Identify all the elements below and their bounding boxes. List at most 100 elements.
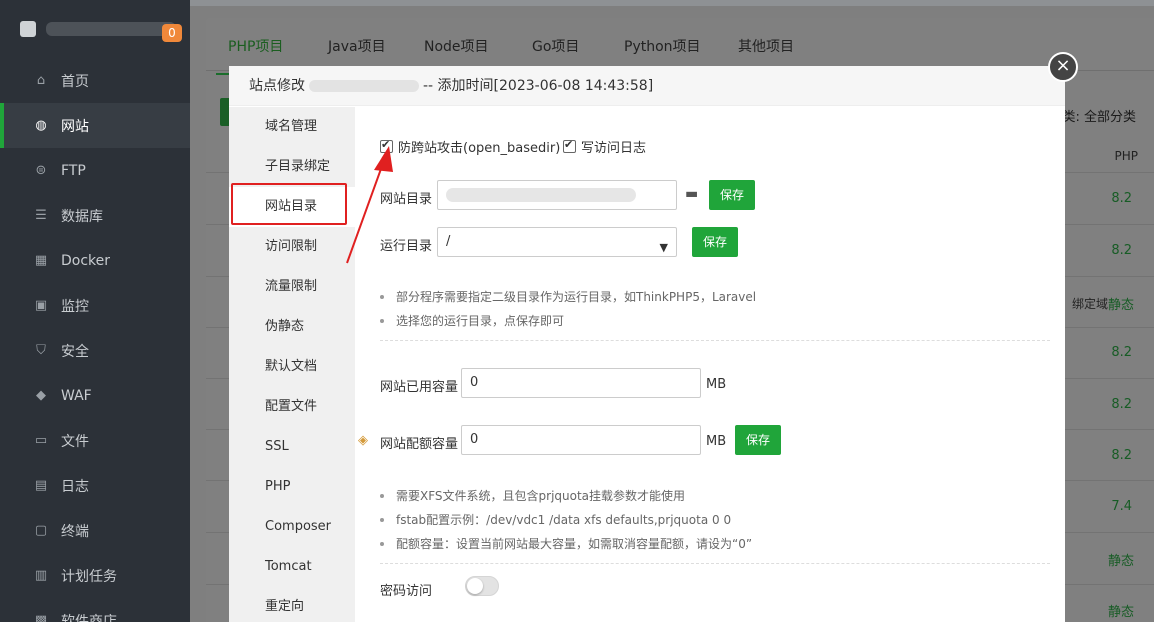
- sidebar-item-label: FTP: [61, 162, 86, 179]
- server-name-blurred: [46, 22, 176, 36]
- sidebar-item-label: 监控: [61, 298, 89, 315]
- menu-item-php[interactable]: PHP: [229, 467, 355, 507]
- bind-domain-text: 绑定域: [1071, 297, 1108, 311]
- menu-item-tomcat[interactable]: Tomcat: [229, 547, 355, 587]
- php-version-cell[interactable]: 8.2: [1111, 397, 1132, 412]
- globe-icon: ◍: [35, 118, 47, 133]
- tip-item: fstab配置示例：/dev/vdc1 /data xfs defaults,p…: [380, 511, 731, 528]
- top-bar: [190, 0, 1154, 6]
- menu-item-config[interactable]: 配置文件: [229, 387, 355, 427]
- sidebar-item-label: 数据库: [61, 208, 103, 225]
- php-version-cell[interactable]: 静态: [1108, 294, 1134, 313]
- tab-go[interactable]: Go项目: [532, 36, 579, 56]
- project-tabs: PHP项目 Java项目 Node项目 Go项目 Python项目 其他项目: [206, 18, 1154, 75]
- open-basedir-checkbox[interactable]: 防跨站攻击(open_basedir): [380, 137, 560, 156]
- menu-item-redirect[interactable]: 重定向: [229, 587, 355, 622]
- modal-title-suffix: -- 添加时间[2023-06-08 14:43:58]: [423, 78, 654, 94]
- php-version-cell[interactable]: 8.2: [1111, 448, 1132, 463]
- close-icon[interactable]: ×: [1048, 52, 1078, 82]
- tab-other[interactable]: 其他项目: [738, 36, 794, 56]
- tab-node[interactable]: Node项目: [424, 36, 489, 56]
- run-dir-value: /: [446, 234, 451, 249]
- php-version-cell[interactable]: 8.2: [1111, 191, 1132, 206]
- access-log-label: 写访问日志: [581, 141, 647, 156]
- php-version-cell[interactable]: 8.2: [1111, 345, 1132, 360]
- sidebar-item-label: 网站: [61, 118, 89, 135]
- home-icon: ⌂: [36, 73, 46, 88]
- php-version-cell[interactable]: 静态: [1108, 550, 1134, 569]
- site-edit-modal: 站点修改 -- 添加时间[2023-06-08 14:43:58] 域名管理 子目…: [229, 66, 1065, 622]
- quota-capacity-label: 网站配额容量: [380, 437, 459, 452]
- sidebar-item-database[interactable]: ☰ 数据库: [0, 193, 190, 238]
- sidebar-item-security[interactable]: ⛉ 安全: [0, 328, 190, 373]
- tip-item: 选择您的运行目录，点保存即可: [380, 312, 564, 329]
- pro-gem-icon: ◈: [358, 433, 368, 448]
- sidebar-item-terminal[interactable]: ▢ 终端: [0, 508, 190, 553]
- calendar-icon: ▥: [34, 568, 48, 583]
- modal-title: 站点修改 -- 添加时间[2023-06-08 14:43:58]: [229, 66, 1065, 106]
- sidebar-item-label: 终端: [61, 523, 89, 540]
- used-capacity-input[interactable]: 0: [461, 368, 701, 398]
- sidebar-item-cron[interactable]: ▥ 计划任务: [0, 553, 190, 598]
- menu-item-domain[interactable]: 域名管理: [229, 107, 355, 147]
- save-run-dir-button[interactable]: 保存: [692, 227, 738, 257]
- site-dir-label: 网站目录: [380, 192, 433, 207]
- sidebar-item-label: 安全: [61, 343, 89, 360]
- checkbox-checked-icon[interactable]: [380, 138, 393, 153]
- folder-icon: ▭: [34, 433, 48, 448]
- site-dir-input[interactable]: [437, 180, 677, 210]
- sidebar-item-store[interactable]: ▩ 软件商店: [0, 598, 190, 622]
- menu-item-traffic-limit[interactable]: 流量限制: [229, 267, 355, 307]
- quota-capacity-input[interactable]: 0: [461, 425, 701, 455]
- notification-badge[interactable]: 0: [162, 24, 182, 42]
- access-log-checkbox[interactable]: 写访问日志: [563, 137, 646, 156]
- chevron-down-icon: ▼: [659, 241, 668, 254]
- php-version-cell[interactable]: 7.4: [1111, 499, 1132, 514]
- sidebar-item-ftp[interactable]: ⊜ FTP: [0, 148, 190, 193]
- used-capacity-unit: MB: [706, 377, 727, 392]
- menu-item-ssl[interactable]: SSL: [229, 427, 355, 467]
- menu-item-rewrite[interactable]: 伪静态: [229, 307, 355, 347]
- tip-item: 配额容量：设置当前网站最大容量，如需取消容量配额，请设为“0”: [380, 535, 752, 552]
- sidebar-item-docker[interactable]: ▦ Docker: [0, 238, 190, 283]
- section-divider: [380, 340, 1050, 341]
- php-version-cell[interactable]: 8.2: [1111, 243, 1132, 258]
- save-quota-button[interactable]: 保存: [735, 425, 781, 455]
- sidebar-item-label: 首页: [61, 73, 89, 90]
- tip-item: 需要XFS文件系统，且包含prjquota挂载参数才能使用: [380, 487, 685, 504]
- modal-content: 防跨站攻击(open_basedir) 写访问日志 网站目录 ▬ 保存 运行目录…: [358, 107, 1050, 622]
- shield-icon: ⛉: [36, 343, 46, 358]
- checkbox-checked-icon[interactable]: [563, 138, 576, 153]
- sidebar-item-monitor[interactable]: ▣ 监控: [0, 283, 190, 328]
- menu-item-access-limit[interactable]: 访问限制: [229, 227, 355, 267]
- folder-open-icon[interactable]: ▬: [685, 186, 698, 202]
- php-column-header: PHP: [1114, 149, 1139, 163]
- tab-java[interactable]: Java项目: [328, 36, 386, 56]
- php-version-cell[interactable]: 静态: [1108, 601, 1134, 620]
- docker-icon: ▦: [34, 253, 48, 268]
- monitor-icon: ▣: [34, 298, 48, 313]
- section-divider: [380, 563, 1050, 564]
- tab-python[interactable]: Python项目: [624, 36, 701, 56]
- sidebar-item-label: Docker: [61, 252, 111, 269]
- sidebar-item-label: 日志: [61, 478, 89, 495]
- password-access-label: 密码访问: [380, 584, 433, 599]
- tab-php[interactable]: PHP项目: [215, 36, 296, 75]
- sidebar: 0 ⌂ 首页 ◍ 网站 ⊜ FTP ☰ 数据库 ▦ Docker ▣ 监控 ⛉ 安全 ◆ WAF…: [0, 0, 190, 622]
- menu-item-subdir[interactable]: 子目录绑定: [229, 147, 355, 187]
- save-site-dir-button[interactable]: 保存: [709, 180, 755, 210]
- sidebar-item-waf[interactable]: ◆ WAF: [0, 373, 190, 418]
- sidebar-item-label: 软件商店: [61, 613, 117, 622]
- sidebar-item-website[interactable]: ◍ 网站: [0, 103, 190, 148]
- site-dir-value-blurred: [446, 188, 636, 202]
- run-dir-label: 运行目录: [380, 239, 433, 254]
- menu-item-default-doc[interactable]: 默认文档: [229, 347, 355, 387]
- menu-item-composer[interactable]: Composer: [229, 507, 355, 547]
- sidebar-item-logs[interactable]: ▤ 日志: [0, 463, 190, 508]
- sidebar-item-home[interactable]: ⌂ 首页: [0, 58, 190, 103]
- sidebar-item-files[interactable]: ▭ 文件: [0, 418, 190, 463]
- run-dir-select[interactable]: / ▼: [437, 227, 677, 257]
- sidebar-item-label: 计划任务: [61, 568, 117, 585]
- open-basedir-label: 防跨站攻击(open_basedir): [398, 141, 561, 156]
- password-access-toggle[interactable]: [465, 576, 499, 596]
